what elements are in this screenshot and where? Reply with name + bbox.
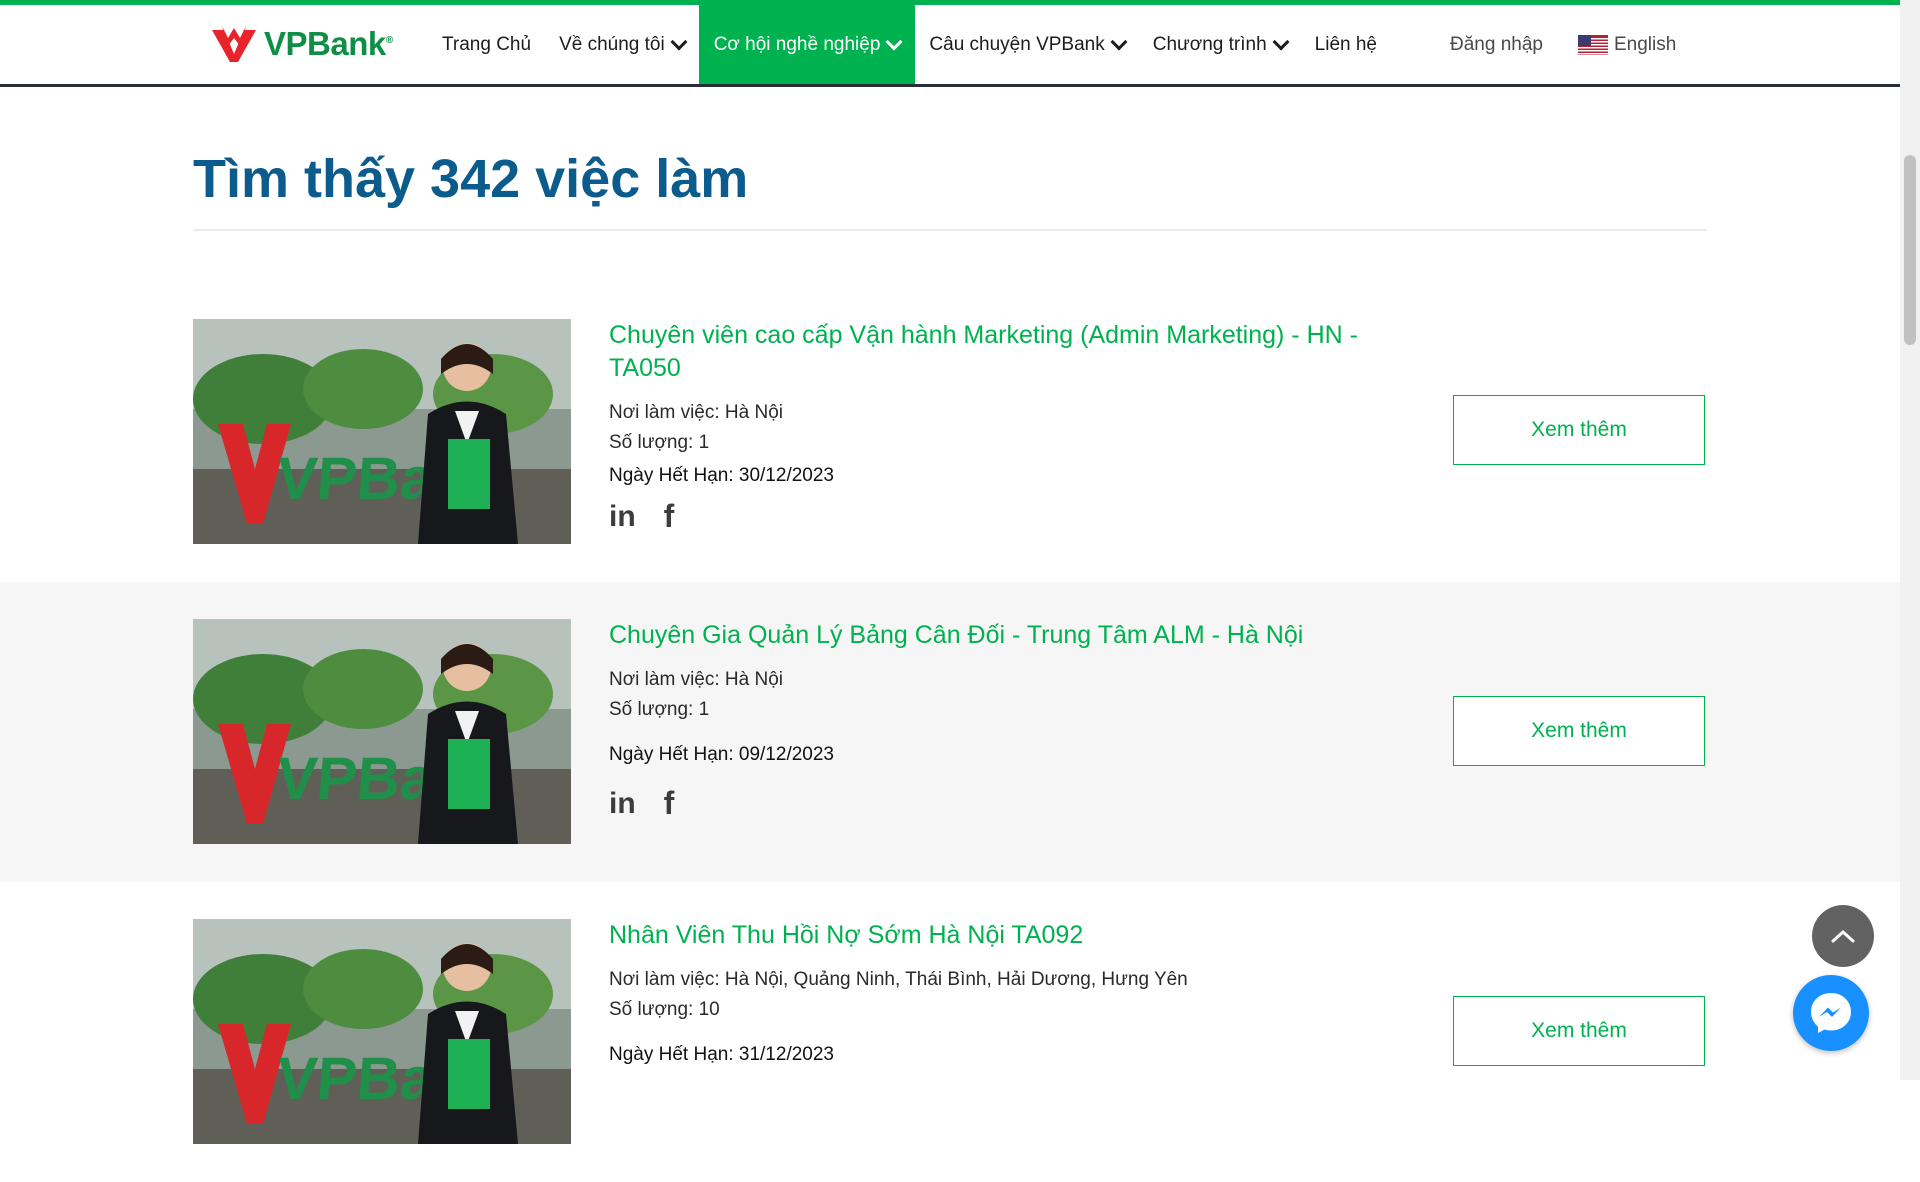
job-deadline: Ngày Hết Hạn: 09/12/2023 xyxy=(609,744,834,765)
job-photo-icon: VPBank xyxy=(193,919,571,1144)
job-photo-icon: VPBank xyxy=(193,319,571,544)
scroll-to-top-button[interactable] xyxy=(1812,905,1874,967)
nav-item-ve-chung-toi[interactable]: Về chúng tôi xyxy=(545,5,699,84)
share-links: in f xyxy=(609,498,674,535)
nav-item-lien-he[interactable]: Liên hệ xyxy=(1301,5,1391,84)
scrollbar-thumb[interactable] xyxy=(1904,155,1916,345)
job-location: Nơi làm việc: Hà Nội xyxy=(609,669,783,690)
chevron-up-icon xyxy=(1831,929,1855,943)
main-nav: Trang Chủ Về chúng tôi Cơ hội nghề nghiệ… xyxy=(428,5,1391,84)
job-card: VPBank Chuyên Gia Quản Lý Bảng Cân Đối -… xyxy=(0,582,1900,882)
job-photo-icon: VPBank xyxy=(193,619,571,844)
job-card: VPBank Nhân Viên Thu Hồi Nợ Sớm Hà Nội T… xyxy=(0,882,1900,1182)
job-title-link[interactable]: Chuyên viên cao cấp Vận hành Marketing (… xyxy=(609,319,1389,385)
job-quantity: Số lượng: 1 xyxy=(609,432,710,453)
title-divider xyxy=(193,229,1707,231)
nav-label: Câu chuyện VPBank xyxy=(929,33,1105,55)
job-image[interactable]: VPBank xyxy=(193,619,571,844)
linkedin-icon[interactable]: in xyxy=(609,500,636,534)
language-switch[interactable]: English xyxy=(1578,5,1676,84)
login-label: Đăng nhập xyxy=(1450,33,1543,55)
chevron-down-icon xyxy=(670,33,688,50)
view-more-button[interactable]: Xem thêm xyxy=(1453,696,1705,766)
nav-item-co-hoi-nghe-nghiep[interactable]: Cơ hội nghề nghiệp xyxy=(698,5,916,84)
nav-label: Chương trình xyxy=(1152,33,1267,55)
job-card: VPBank Chuyên viên cao cấp Vận hành Mark… xyxy=(0,282,1900,582)
job-image[interactable]: VPBank xyxy=(193,919,571,1144)
nav-item-cau-chuyen-vpbank[interactable]: Câu chuyện VPBank xyxy=(915,5,1138,84)
job-quantity: Số lượng: 1 xyxy=(609,699,710,720)
language-label: English xyxy=(1614,33,1677,55)
job-deadline: Ngày Hết Hạn: 31/12/2023 xyxy=(609,1044,834,1065)
vpbank-logo-icon xyxy=(212,26,256,62)
job-title-link[interactable]: Chuyên Gia Quản Lý Bảng Cân Đối - Trung … xyxy=(609,619,1389,652)
messenger-chat-button[interactable] xyxy=(1793,975,1869,1051)
linkedin-icon[interactable]: in xyxy=(609,787,636,821)
view-more-button[interactable]: Xem thêm xyxy=(1453,395,1705,465)
site-header: VPBank® Trang Chủ Về chúng tôi Cơ hội ng… xyxy=(0,5,1900,87)
job-location: Nơi làm việc: Hà Nội xyxy=(609,402,783,423)
messenger-icon xyxy=(1811,993,1851,1033)
job-deadline: Ngày Hết Hạn: 30/12/2023 xyxy=(609,465,834,486)
nav-label: Liên hệ xyxy=(1314,33,1377,55)
facebook-icon[interactable]: f xyxy=(664,785,675,822)
logo-wordmark: VPBank® xyxy=(264,25,393,62)
nav-label: Trang Chủ xyxy=(442,33,532,55)
job-title-link[interactable]: Nhân Viên Thu Hồi Nợ Sớm Hà Nội TA092 xyxy=(609,919,1389,952)
page-title: Tìm thấy 342 việc làm xyxy=(193,149,749,209)
login-link[interactable]: Đăng nhập xyxy=(1450,5,1543,84)
nav-label: Về chúng tôi xyxy=(559,33,665,55)
vpbank-logo[interactable]: VPBank® xyxy=(210,21,393,67)
us-flag-icon xyxy=(1578,34,1608,55)
job-quantity: Số lượng: 10 xyxy=(609,999,720,1020)
job-location: Nơi làm việc: Hà Nội, Quảng Ninh, Thái B… xyxy=(609,969,1188,990)
chevron-down-icon xyxy=(885,33,903,50)
view-more-button[interactable]: Xem thêm xyxy=(1453,996,1705,1066)
nav-label: Cơ hội nghề nghiệp xyxy=(713,33,881,55)
chevron-down-icon xyxy=(1272,33,1290,50)
nav-item-chuong-trinh[interactable]: Chương trình xyxy=(1139,5,1301,84)
share-links: in f xyxy=(609,785,674,822)
facebook-icon[interactable]: f xyxy=(664,498,675,535)
job-image[interactable]: VPBank xyxy=(193,319,571,544)
chevron-down-icon xyxy=(1110,33,1128,50)
nav-item-trang-chu[interactable]: Trang Chủ xyxy=(428,5,545,84)
